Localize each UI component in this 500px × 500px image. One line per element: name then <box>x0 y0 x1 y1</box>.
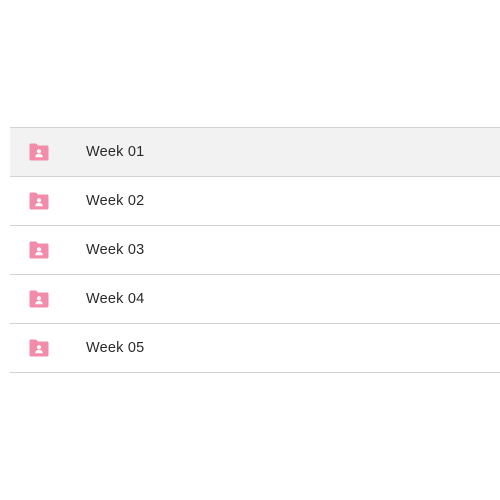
folder-label: Week 01 <box>86 144 145 160</box>
folder-row-week-02[interactable]: Week 02 <box>10 177 500 226</box>
folder-label: Week 04 <box>86 291 145 307</box>
folder-list: Week 01 Week 02 Week 03 Week 04 Week 05 <box>10 127 500 373</box>
folder-label: Week 05 <box>86 340 145 356</box>
shared-folder-icon <box>28 241 50 259</box>
folder-label: Week 03 <box>86 242 145 258</box>
shared-folder-icon <box>28 192 50 210</box>
folder-row-week-05[interactable]: Week 05 <box>10 324 500 373</box>
shared-folder-icon <box>28 339 50 357</box>
folder-label: Week 02 <box>86 193 145 209</box>
folder-row-week-04[interactable]: Week 04 <box>10 275 500 324</box>
shared-folder-icon <box>28 143 50 161</box>
folder-row-week-01[interactable]: Week 01 <box>10 128 500 177</box>
folder-row-week-03[interactable]: Week 03 <box>10 226 500 275</box>
shared-folder-icon <box>28 290 50 308</box>
